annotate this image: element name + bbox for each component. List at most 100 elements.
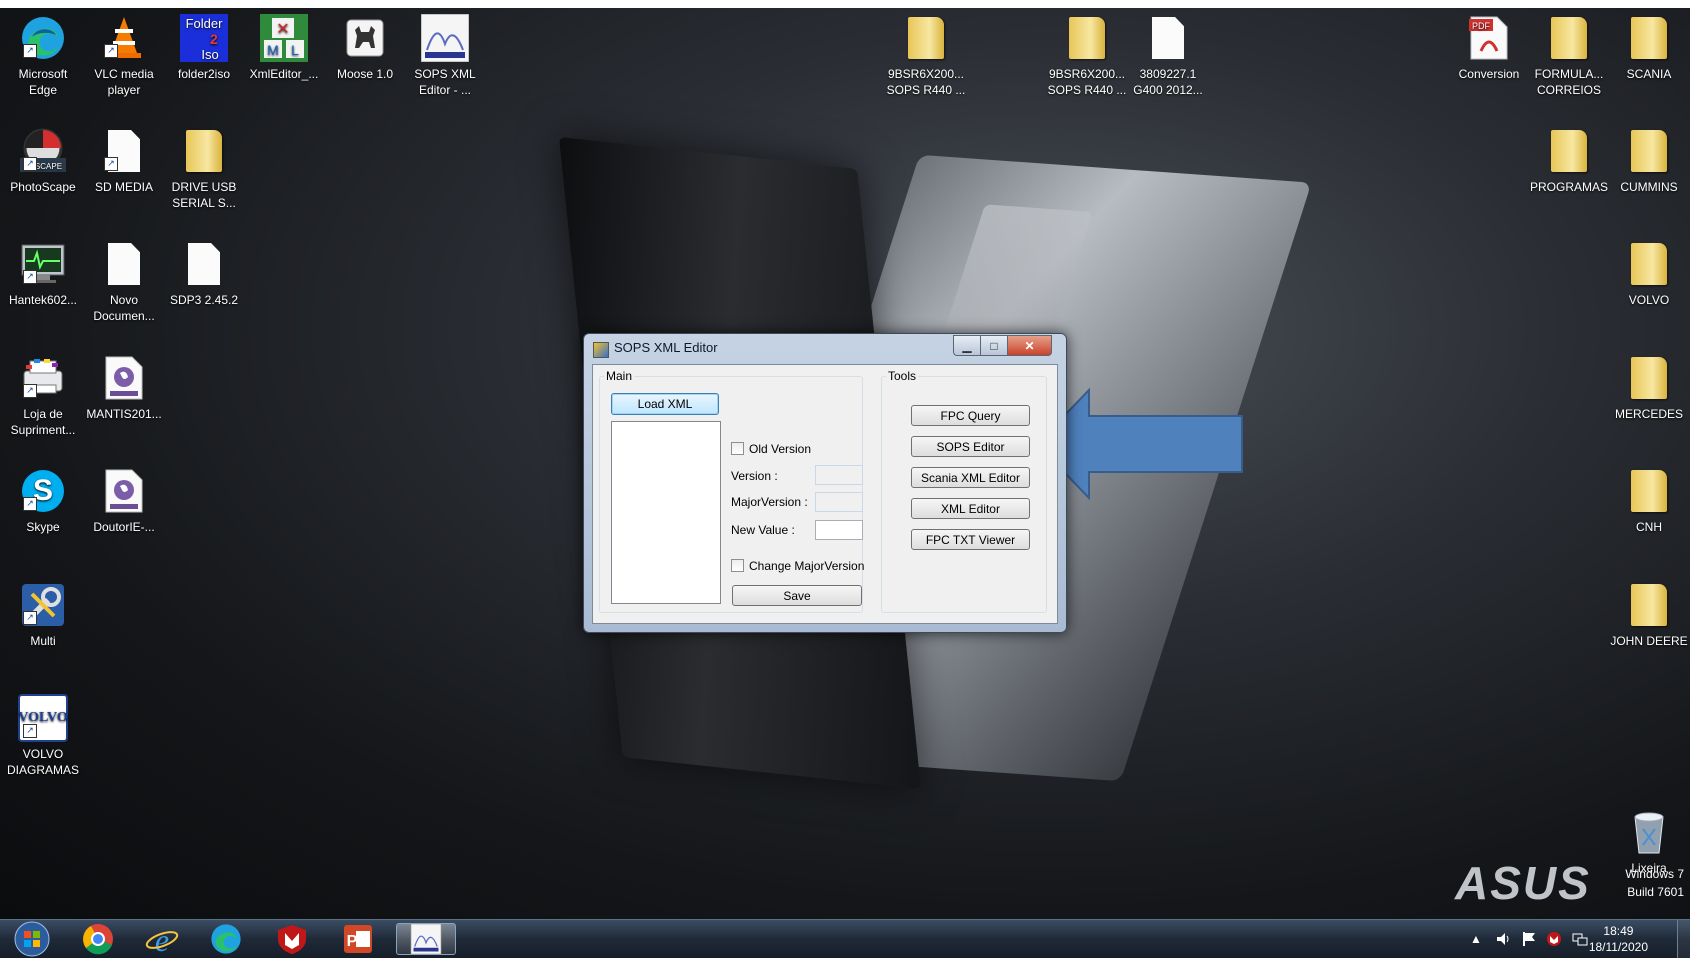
taskbar-internet-explorer[interactable]: e — [134, 923, 190, 955]
major-version-input[interactable] — [815, 492, 863, 512]
desktop-icon-label: 9BSR6X200... SOPS R440 ... — [886, 67, 966, 97]
clock-date: 18/11/2020 — [1588, 940, 1648, 954]
desktop-icon-sd-media[interactable]: ↗ SD MEDIA — [83, 127, 165, 195]
volume-icon[interactable] — [1496, 931, 1512, 947]
change-major-version-checkbox[interactable] — [731, 559, 744, 572]
desktop-icon-photoscape[interactable]: TOSCAPE ↗ PhotoScape — [2, 127, 84, 195]
desktop-icon-9bsr6x200-b[interactable]: 9BSR6X200... SOPS R440 ... — [1046, 14, 1128, 98]
desktop-icon-novo-documento[interactable]: Novo Documen... — [83, 240, 165, 324]
folder2iso-icon: Folder2Iso — [180, 14, 228, 62]
desktop-icon-volvo-diagramas[interactable]: VOLVO ↗ VOLVO DIAGRAMAS — [2, 694, 84, 778]
major-version-label: MajorVersion : — [731, 495, 808, 509]
desktop-icon-skype[interactable]: S ↗ Skype — [2, 467, 84, 535]
desktop-icon-microsoft-edge[interactable]: ↗ Microsoft Edge — [2, 14, 84, 98]
sops-xml-editor-window[interactable]: SOPS XML Editor ▁ □ ✕ Main Load XML Old … — [583, 333, 1067, 633]
desktop-icon-3809227[interactable]: 3809227.1 G400 2012... — [1127, 14, 1209, 98]
close-button[interactable]: ✕ — [1007, 335, 1052, 356]
desktop-icon-drive-usb[interactable]: DRIVE USB SERIAL S... — [163, 127, 245, 211]
old-version-checkbox[interactable] — [731, 442, 744, 455]
xml-editor-button[interactable]: XML Editor — [911, 498, 1030, 519]
desktop-icon-label: PhotoScape — [10, 180, 76, 194]
taskbar-sops-xml-editor[interactable] — [396, 923, 456, 955]
window-title: SOPS XML Editor — [614, 340, 718, 355]
pdf-badge-text: PDF — [1472, 21, 1491, 31]
taskbar-clock[interactable]: 18:49 18/11/2020 — [1589, 923, 1648, 955]
desktop-icon-multi[interactable]: ↗ Multi — [2, 581, 84, 649]
desktop-icon-label: VLC media player — [94, 67, 154, 97]
taskbar: e P ▲ 18:49 18/11/2020 — [0, 919, 1690, 958]
desktop-icon-sops-xml-editor[interactable]: SOPS XML Editor - ... — [404, 14, 486, 98]
maximize-button[interactable]: □ — [980, 335, 1008, 356]
desktop-icon-label: 3809227.1 G400 2012... — [1133, 67, 1203, 97]
desktop-icon-9bsr6x200-a[interactable]: 9BSR6X200... SOPS R440 ... — [885, 14, 967, 98]
desktop-icon-programas[interactable]: PROGRAMAS — [1528, 127, 1610, 195]
scania-xml-editor-button[interactable]: Scania XML Editor — [911, 467, 1030, 488]
shortcut-arrow-icon: ↗ — [104, 44, 118, 58]
desktop-icon-cnh[interactable]: CNH — [1608, 467, 1690, 535]
minimize-button[interactable]: ▁ — [953, 335, 981, 356]
desktop-icon-label: PROGRAMAS — [1529, 180, 1608, 194]
sops-editor-button[interactable]: SOPS Editor — [911, 436, 1030, 457]
folder-icon — [1551, 130, 1587, 172]
internet-explorer-icon: e — [145, 923, 179, 955]
windows-version-text: Windows 7 — [1625, 867, 1684, 881]
fpc-query-button[interactable]: FPC Query — [911, 405, 1030, 426]
desktop-icon-label: SCANIA — [1626, 67, 1672, 81]
show-hidden-icons-button[interactable]: ▲ — [1470, 932, 1482, 946]
desktop-icon-loja-suprimentos[interactable]: ↗ Loja de Supriment... — [2, 354, 84, 438]
desktop-icon-folder2iso[interactable]: Folder 2 Iso folder2iso — [163, 14, 245, 82]
windows-build-info: Windows 7 Build 7601 — [1625, 865, 1684, 901]
desktop-icon-mercedes[interactable]: MERCEDES — [1608, 354, 1690, 422]
desktop-icon-scania[interactable]: SCANIA — [1608, 14, 1690, 82]
action-center-flag-icon[interactable] — [1522, 931, 1536, 947]
desktop-icon-volvo[interactable]: VOLVO — [1608, 240, 1690, 308]
svg-text:P: P — [347, 933, 358, 950]
show-desktop-button[interactable] — [1677, 920, 1690, 958]
version-label: Version : — [731, 469, 778, 483]
moose-icon — [346, 19, 384, 57]
desktop-icon-label: FORMULA... CORREIOS — [1534, 67, 1604, 97]
start-button[interactable] — [4, 921, 60, 957]
desktop-icon-label: 9BSR6X200... SOPS R440 ... — [1047, 67, 1127, 97]
desktop-icon-label: SDP3 2.45.2 — [169, 293, 239, 307]
taskbar-mcafee[interactable] — [264, 923, 320, 955]
desktop-icon-formula-correios[interactable]: FORMULA... CORREIOS — [1528, 14, 1610, 98]
desktop-icon-conversion[interactable]: PDF Conversion — [1448, 14, 1530, 82]
save-button[interactable]: Save — [732, 585, 862, 606]
taskbar-edge[interactable] — [198, 923, 254, 955]
desktop-icon-label: Novo Documen... — [93, 293, 155, 323]
folder-icon — [1631, 357, 1667, 399]
desktop-icon-john-deere[interactable]: JOHN DEERE — [1608, 581, 1690, 649]
folder2iso-top-text: Folder — [186, 16, 224, 31]
desktop-icon-xmleditor[interactable]: ✕ M L XmlEditor_... — [243, 14, 325, 82]
desktop-icon-moose[interactable]: Moose 1.0 — [324, 14, 406, 82]
desktop-icon-sdp3[interactable]: SDP3 2.45.2 — [163, 240, 245, 308]
folder2iso-mid-text: 2 — [210, 31, 218, 47]
mcafee-shield-icon — [278, 925, 306, 954]
new-value-input[interactable] — [815, 520, 863, 540]
taskbar-chrome[interactable] — [70, 923, 126, 955]
network-icon[interactable] — [1572, 931, 1588, 947]
taskbar-powerpoint[interactable]: P — [330, 923, 386, 955]
text-document-icon — [108, 243, 140, 285]
folder2iso-bottom-text: Iso — [201, 47, 218, 62]
mcafee-tray-icon[interactable] — [1546, 931, 1562, 947]
desktop-icon-label: DoutorIE-... — [93, 520, 155, 534]
shortcut-arrow-icon: ↗ — [23, 384, 37, 398]
xml-file-list[interactable] — [611, 421, 721, 604]
desktop-icon-hantek[interactable]: ↗ Hantek602... — [2, 240, 84, 308]
desktop-icon-doutorie[interactable]: DoutorIE-... — [83, 467, 165, 535]
system-tray: ▲ — [1470, 920, 1588, 958]
text-document-icon — [188, 243, 220, 285]
recycle-bin-icon — [1634, 812, 1664, 854]
desktop-icon-vlc[interactable]: ↗ VLC media player — [83, 14, 165, 98]
load-xml-button[interactable]: Load XML — [611, 393, 719, 415]
desktop-icon-label: VOLVO DIAGRAMAS — [6, 747, 79, 777]
desktop-icon-cummins[interactable]: CUMMINS — [1608, 127, 1690, 195]
shortcut-arrow-icon: ↗ — [23, 270, 37, 284]
desktop-icon-label: SD MEDIA — [94, 180, 153, 194]
desktop-icon-label: SOPS XML Editor - ... — [414, 67, 476, 97]
desktop-icon-mantis[interactable]: MANTIS201... — [83, 354, 165, 422]
version-input[interactable] — [815, 465, 863, 485]
fpc-txt-viewer-button[interactable]: FPC TXT Viewer — [911, 529, 1030, 550]
